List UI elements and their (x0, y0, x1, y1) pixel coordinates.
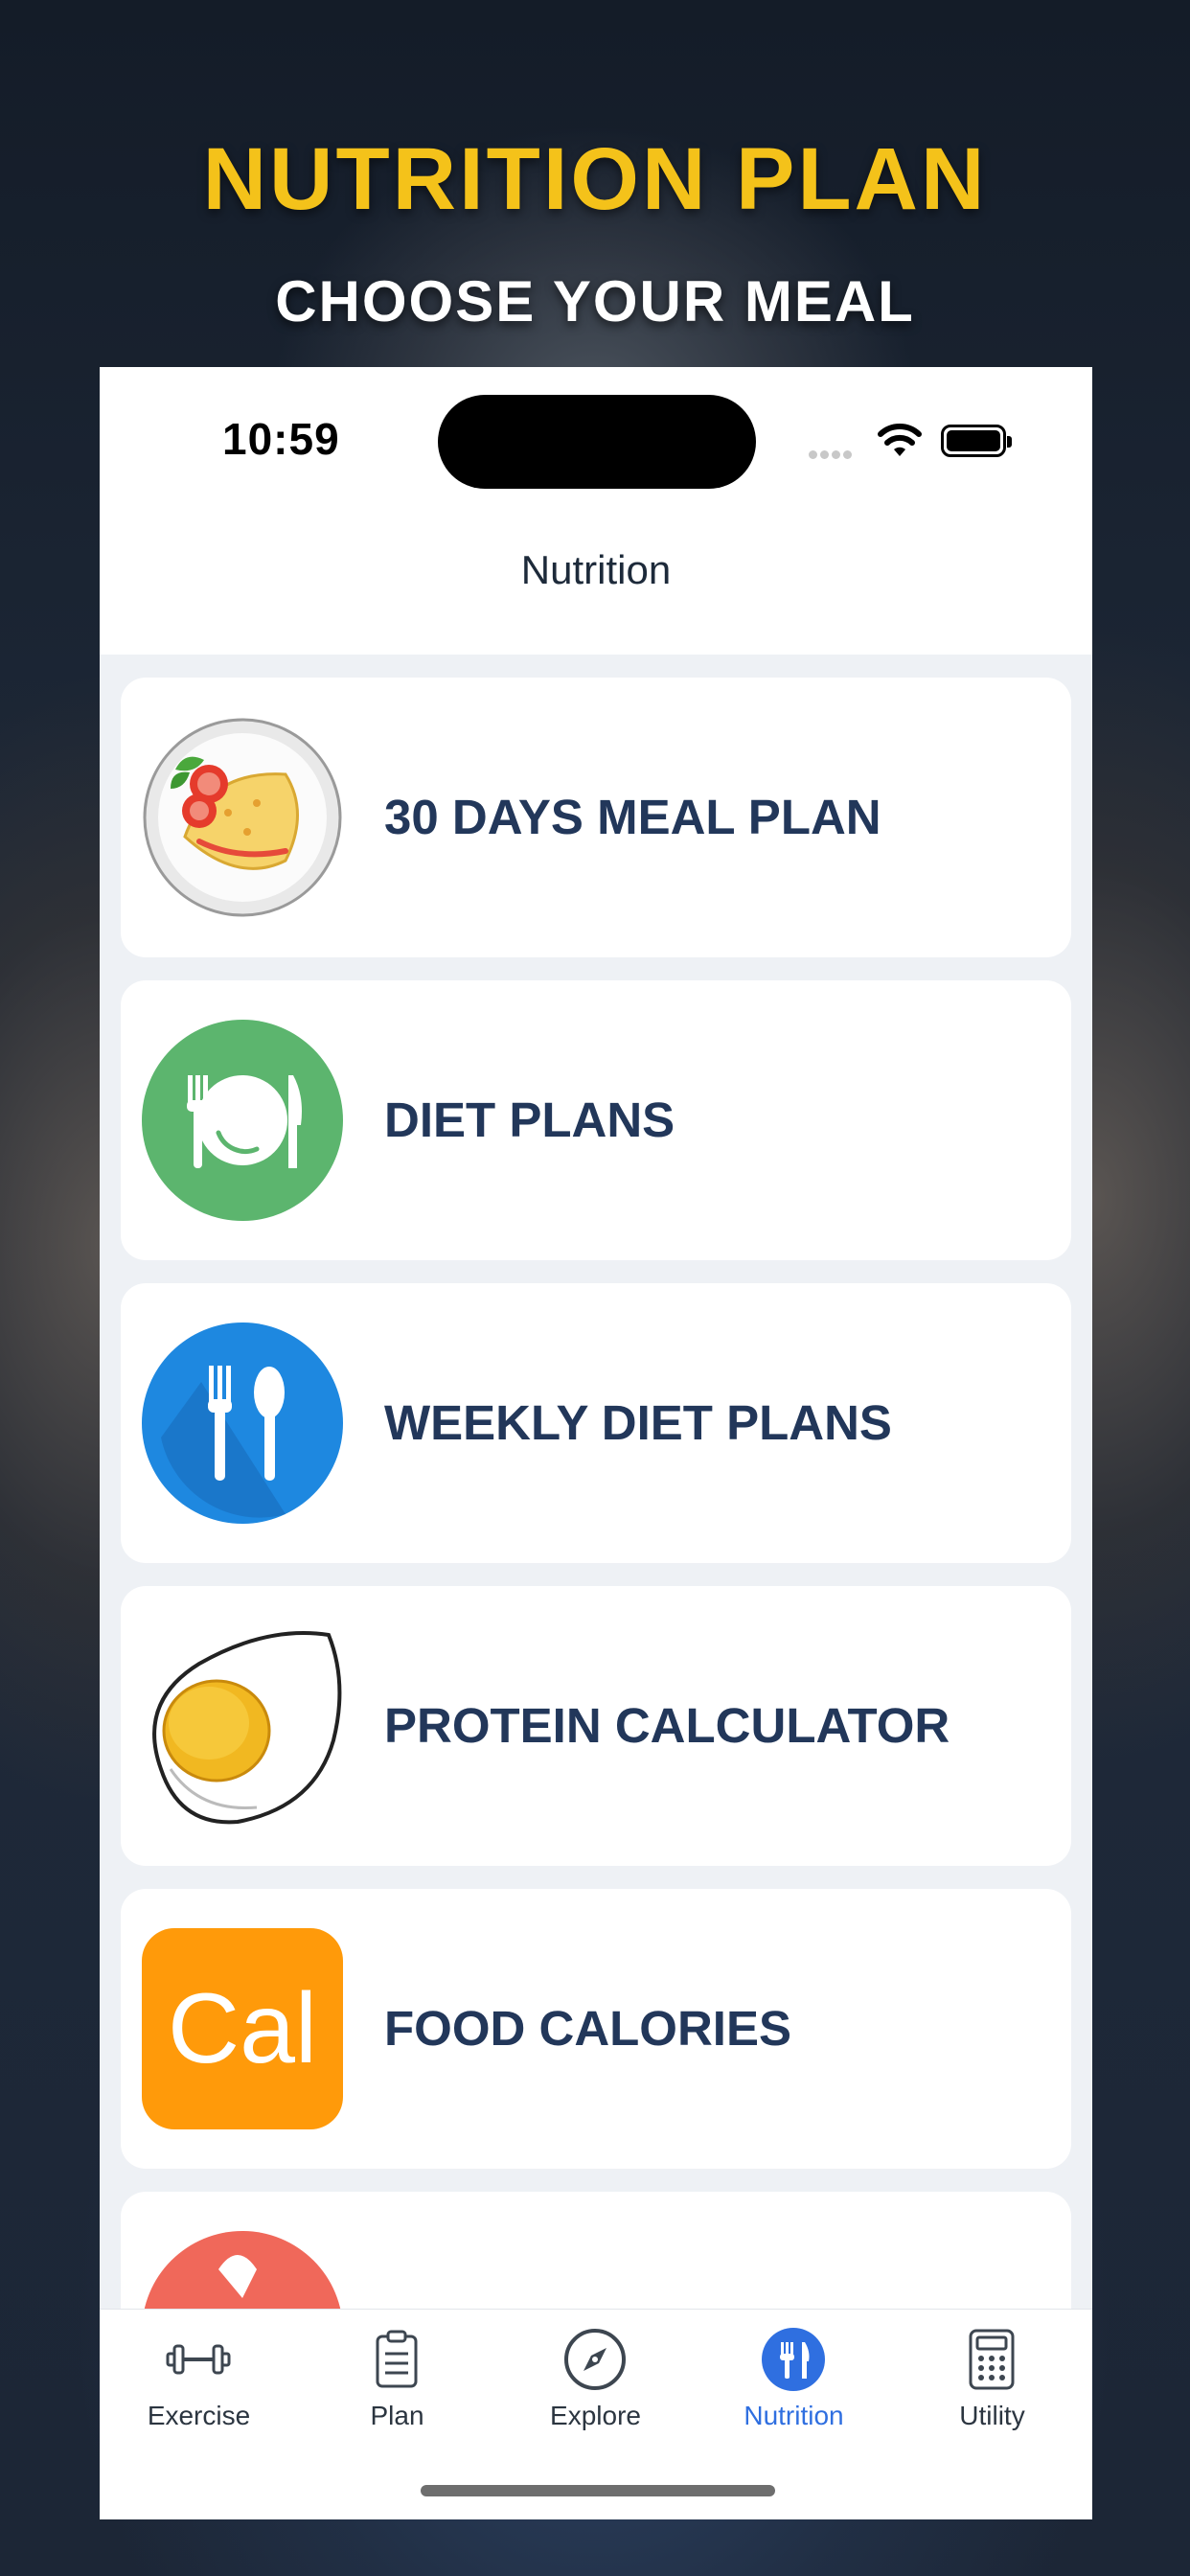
omelette-plate-icon (143, 718, 342, 917)
fork-knife-icon (762, 2328, 825, 2391)
tab-utility[interactable]: Utility (893, 2310, 1091, 2453)
tab-label: Nutrition (744, 2401, 844, 2430)
svg-text:Cal: Cal (168, 1973, 317, 2084)
tab-label: Plan (370, 2401, 424, 2430)
cellular-signal-icon (809, 447, 855, 464)
tab-exercise[interactable]: Exercise (100, 2310, 298, 2453)
tab-label: Explore (550, 2401, 641, 2430)
menu-item-label: FOOD CALORIES (384, 2001, 792, 2056)
menu-item-label: 30 DAYS MEAL PLAN (384, 790, 881, 844)
menu-item-weekly-diet-plans[interactable]: WEEKLY DIET PLANS (121, 1283, 1071, 1563)
tab-nutrition[interactable]: Nutrition (695, 2310, 893, 2453)
nav-bar: Nutrition (100, 501, 1092, 655)
tab-label: Utility (959, 2401, 1025, 2430)
tab-plan[interactable]: Plan (298, 2310, 496, 2453)
compass-icon (564, 2329, 626, 2390)
promo-subheadline: CHOOSE YOUR MEAL (275, 269, 915, 334)
nav-title: Nutrition (520, 547, 672, 592)
menu-item-label: DIET PLANS (384, 1092, 675, 1147)
dumbbell-icon (166, 2344, 231, 2375)
status-bar: 10:59 (100, 367, 1092, 501)
menu-item-protein-calculator[interactable]: PROTEIN CALCULATOR (121, 1586, 1071, 1866)
promo-headline: NUTRITION PLAN (202, 130, 988, 228)
tab-label: Exercise (147, 2401, 251, 2430)
fork-spoon-icon (142, 1322, 343, 1524)
dynamic-island (438, 395, 756, 489)
calculator-icon (969, 2329, 1015, 2390)
menu-item-label: PROTEIN CALCULATOR (384, 1698, 950, 1753)
menu-item-diet-plans[interactable]: DIET PLANS (121, 980, 1071, 1260)
status-time: 10:59 (222, 414, 340, 464)
tab-explore[interactable]: Explore (496, 2310, 695, 2453)
menu-item-label: WEEKLY DIET PLANS (384, 1395, 892, 1450)
battery-icon (941, 425, 1012, 457)
menu-item-30-days-meal-plan[interactable]: 30 DAYS MEAL PLAN (121, 678, 1071, 957)
clipboard-icon (376, 2330, 418, 2388)
phone-screen: 10:59 Nutrition 30 DAYS MEAL PLAN DIET P… (100, 367, 1092, 2519)
wifi-icon (878, 424, 922, 456)
cal-icon: Cal (142, 1928, 343, 2129)
plate-fork-knife-icon (142, 1020, 343, 1221)
boiled-egg-icon (152, 1631, 342, 1825)
home-indicator (421, 2485, 775, 2496)
menu-item-food-calories[interactable]: Cal FOOD CALORIES (121, 1889, 1071, 2169)
